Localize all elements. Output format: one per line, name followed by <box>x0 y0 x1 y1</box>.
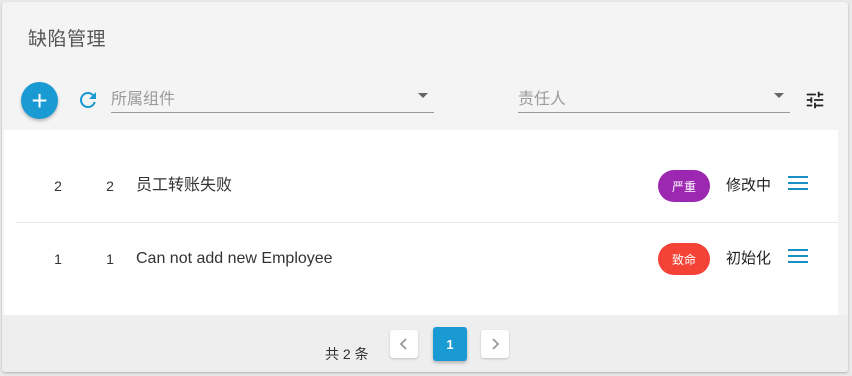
defect-col2: 2 <box>106 178 114 194</box>
severity-badge: 严重 <box>658 170 710 202</box>
component-select[interactable]: 所属组件 <box>111 80 434 113</box>
defect-management-panel: 缺陷管理 + 所属组件 责任人 2 2 员工转账失败 严重 修改中 1 1 Ca… <box>2 2 848 372</box>
defect-col1: 2 <box>54 178 62 194</box>
add-icon: + <box>31 84 48 116</box>
list-item[interactable]: 2 2 员工转账失败 严重 修改中 <box>16 150 838 223</box>
page-title: 缺陷管理 <box>28 29 107 50</box>
chevron-right-icon <box>492 338 500 350</box>
refresh-icon[interactable] <box>76 88 100 112</box>
status-text: 初始化 <box>726 250 772 267</box>
defect-title: 员工转账失败 <box>136 177 233 194</box>
defect-col1: 1 <box>54 251 62 267</box>
row-menu-icon[interactable] <box>788 249 808 267</box>
chevron-left-icon <box>399 338 407 350</box>
prev-page-button[interactable] <box>390 330 418 358</box>
caret-down-icon <box>774 93 784 98</box>
defect-list: 2 2 员工转账失败 严重 修改中 1 1 Can not add new Em… <box>4 130 838 315</box>
add-defect-button[interactable]: + <box>21 82 58 119</box>
filter-icon[interactable] <box>804 89 826 111</box>
defect-title: Can not add new Employee <box>136 250 333 267</box>
next-page-button[interactable] <box>481 330 509 358</box>
list-item[interactable]: 1 1 Can not add new Employee 致命 初始化 <box>16 223 838 295</box>
caret-down-icon <box>418 93 428 98</box>
total-count: 共 2 条 <box>325 346 369 362</box>
status-text: 修改中 <box>726 177 772 194</box>
page-1-button[interactable]: 1 <box>433 327 467 361</box>
assignee-select-placeholder: 责任人 <box>518 91 567 108</box>
defect-col2: 1 <box>106 251 114 267</box>
assignee-select[interactable]: 责任人 <box>518 80 790 113</box>
row-menu-icon[interactable] <box>788 176 808 194</box>
pagination-bar: 共 2 条 1 <box>2 315 848 372</box>
component-select-placeholder: 所属组件 <box>111 91 176 108</box>
severity-badge: 致命 <box>658 243 710 275</box>
